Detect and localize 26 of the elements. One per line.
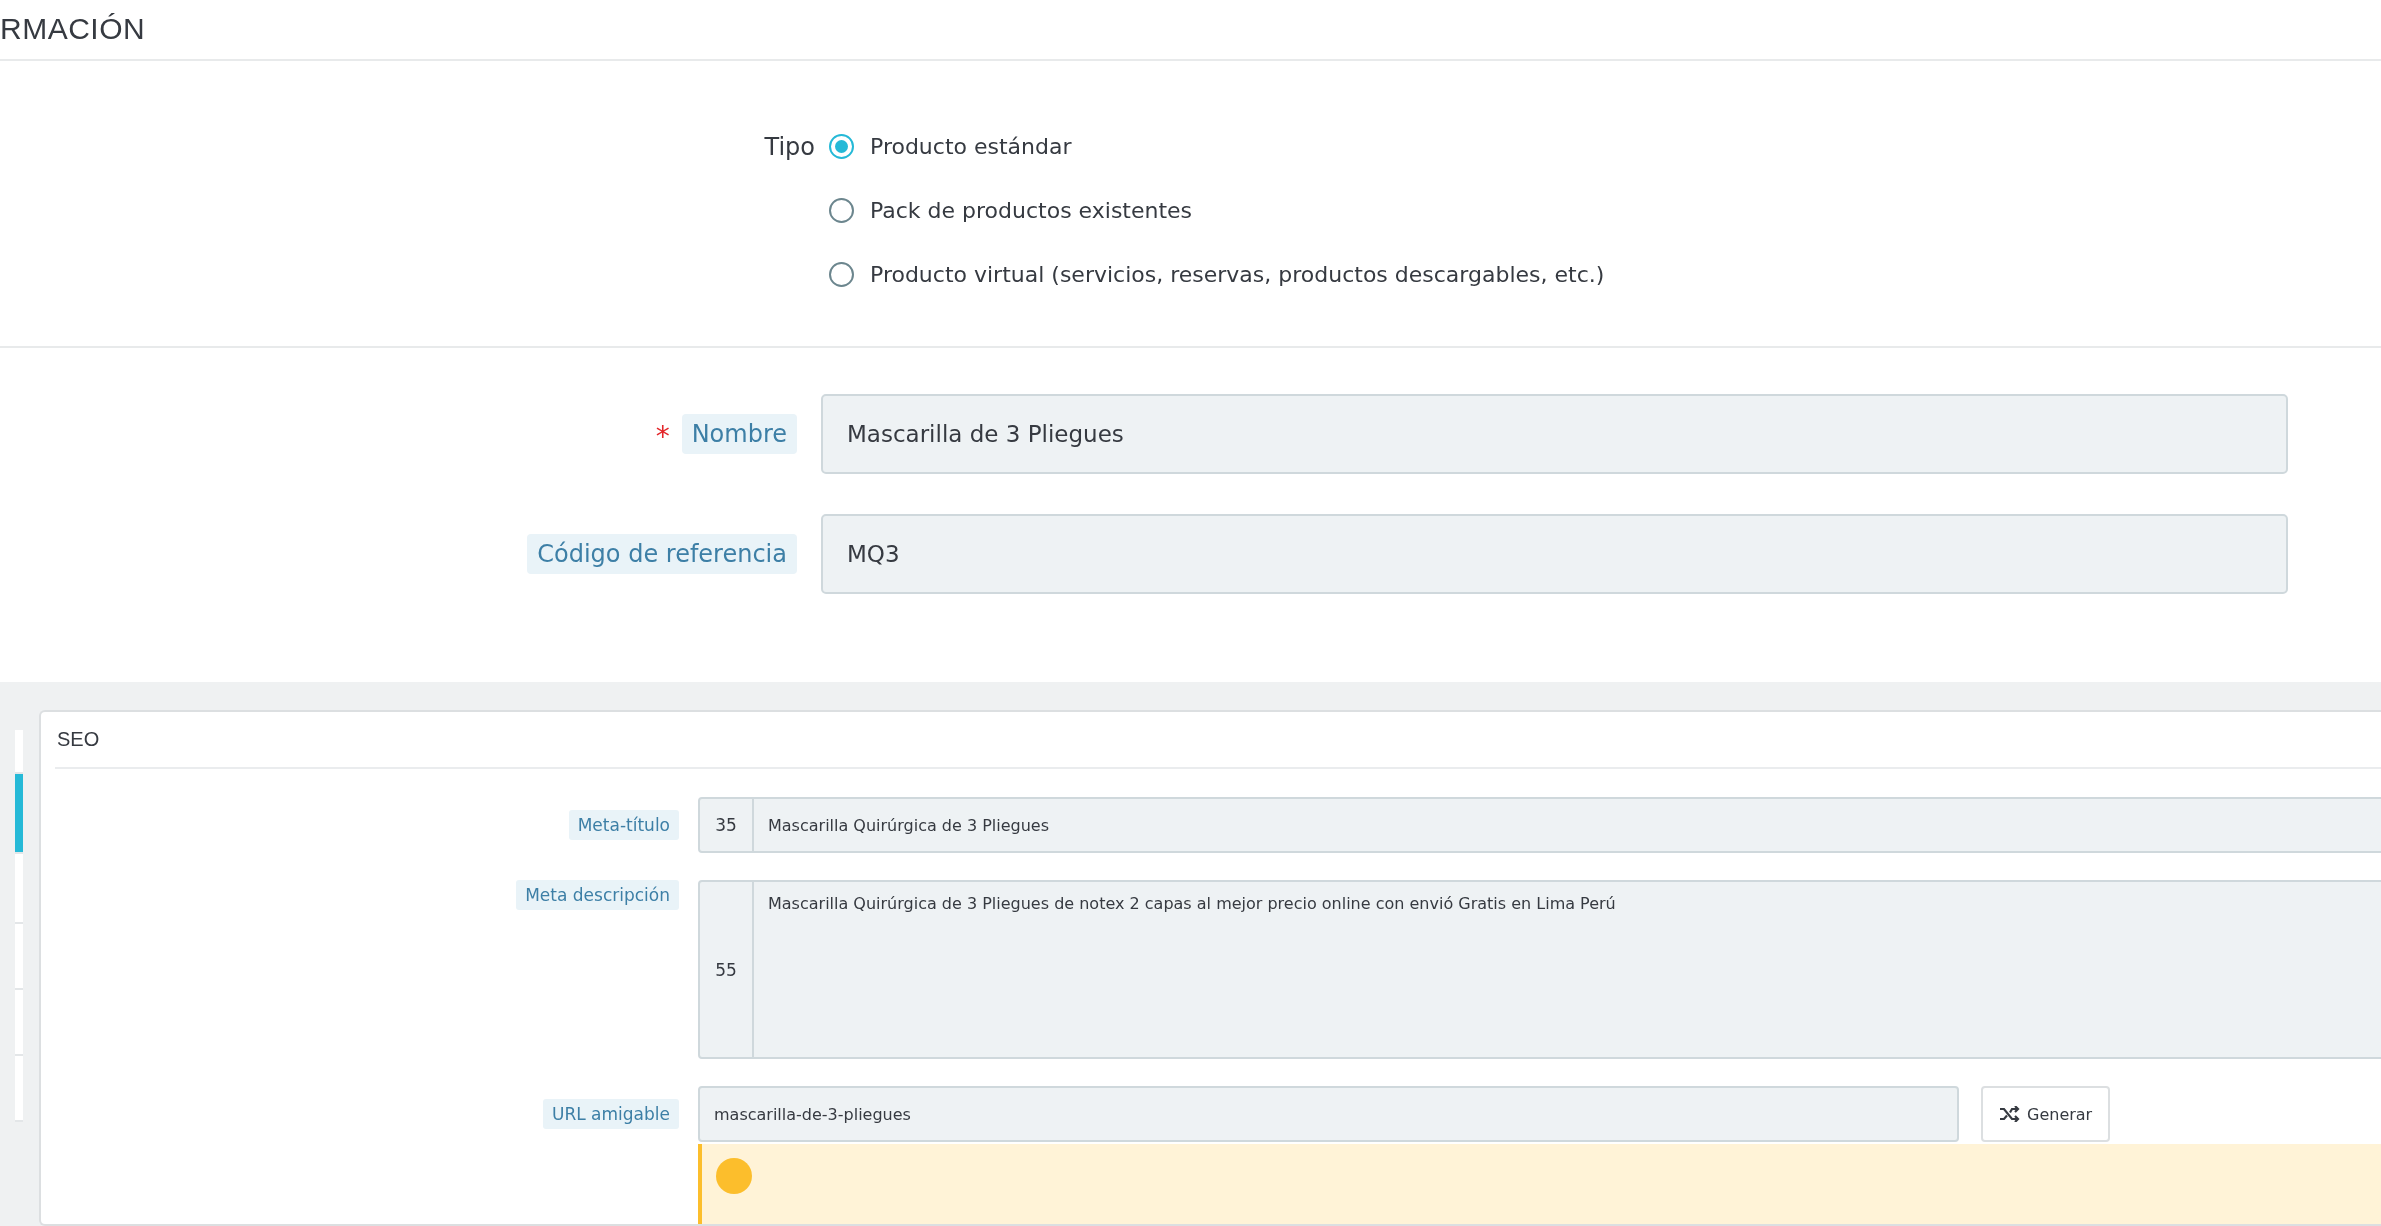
field-label: Meta descripción	[516, 880, 679, 910]
radio-label: Producto virtual (servicios, reservas, productos descargables, etc.)	[870, 262, 1605, 288]
url-field[interactable]: mascarilla-de-3-pliegues	[698, 1086, 1959, 1142]
panel-title: SEO	[56, 728, 100, 751]
character-counter: 55	[698, 880, 754, 1059]
shuffle-icon	[1999, 1106, 2021, 1122]
field-label: Código de referencia	[527, 534, 797, 574]
side-tab[interactable]	[15, 774, 23, 854]
type-label: Tipo	[764, 131, 815, 163]
text-field[interactable]: MQ3	[821, 514, 2288, 594]
field-label: Nombre	[681, 414, 797, 454]
section-title: RMACIÓN	[0, 12, 146, 47]
required-mark: *	[655, 423, 670, 451]
generate-button[interactable]: Generar	[1981, 1086, 2111, 1142]
warning-icon	[716, 1158, 752, 1194]
radio-button[interactable]	[829, 262, 854, 288]
text-field[interactable]: Mascarilla de 3 Pliegues	[821, 394, 2288, 474]
meta-title-field[interactable]: Mascarilla Quirúrgica de 3 Pliegues	[754, 797, 2381, 853]
field-label: URL amigable	[543, 1099, 679, 1129]
field-label: Meta-título	[568, 810, 679, 840]
character-counter: 35	[698, 797, 754, 853]
radio-button[interactable]	[829, 134, 854, 160]
radio-label: Producto estándar	[870, 134, 1072, 160]
radio-label: Pack de productos existentes	[870, 198, 1193, 224]
meta-description-field[interactable]: Mascarilla Quirúrgica de 3 Pliegues de notex 2 capas al mejor precio online con envió Gratis en Lima Perú	[754, 880, 2381, 1059]
radio-button[interactable]	[829, 198, 854, 224]
